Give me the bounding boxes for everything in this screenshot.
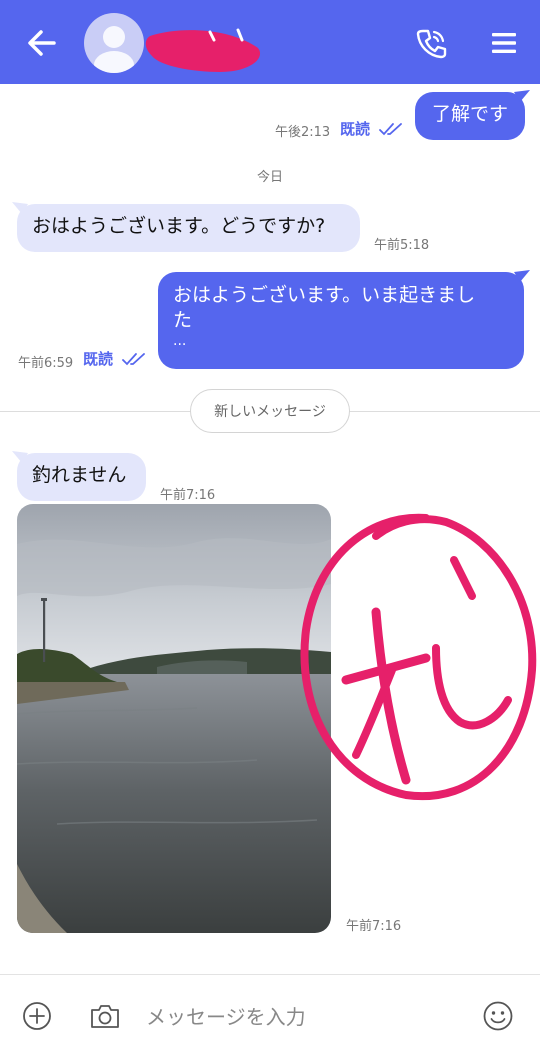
message-time: 午前7:16	[346, 919, 402, 934]
day-separator: 今日	[256, 170, 283, 185]
double-check-icon	[379, 123, 402, 136]
chat-header	[0, 0, 540, 84]
read-status: 既読	[340, 120, 371, 138]
message-text: 釣れません	[32, 464, 127, 486]
message-time: 午前5:18	[374, 238, 430, 253]
photo-message[interactable]	[17, 504, 331, 933]
double-check-icon	[122, 353, 145, 366]
contact-name-redaction	[140, 18, 270, 84]
camera-icon[interactable]	[89, 1001, 121, 1031]
message-text-line: ...	[173, 333, 187, 349]
message-time: 午前7:16	[160, 488, 216, 503]
read-status: 既読	[83, 350, 114, 368]
bubble-tail	[514, 270, 530, 282]
message-text: おはようございます。どうですか?	[32, 215, 326, 237]
incoming-message-bubble[interactable]: おはようございます。どうですか?	[17, 204, 360, 252]
message-composer	[0, 974, 540, 1058]
message-time: 午前6:59	[18, 356, 74, 371]
hamburger-menu-icon[interactable]	[490, 30, 518, 56]
back-arrow-icon[interactable]	[24, 26, 60, 60]
message-text: 了解です	[431, 103, 508, 125]
outgoing-message-bubble[interactable]: おはようございます。いま起きまし た ...	[158, 272, 524, 369]
incoming-message-bubble[interactable]: 釣れません	[17, 453, 146, 501]
smiley-icon[interactable]	[482, 1000, 514, 1032]
message-text-line: た	[173, 309, 193, 331]
bubble-tail	[514, 90, 530, 102]
message-time: 午後2:13	[275, 125, 331, 140]
phone-icon[interactable]	[414, 26, 448, 60]
plus-circle-icon[interactable]	[22, 1001, 52, 1031]
outgoing-message-bubble[interactable]: 了解です	[415, 92, 525, 140]
message-text-line: おはようございます。いま起きまし	[173, 284, 476, 306]
handwritten-scribble	[296, 510, 540, 814]
message-input[interactable]	[146, 997, 456, 1037]
new-messages-label: 新しいメッセージ	[190, 389, 350, 433]
avatar[interactable]	[84, 13, 144, 73]
